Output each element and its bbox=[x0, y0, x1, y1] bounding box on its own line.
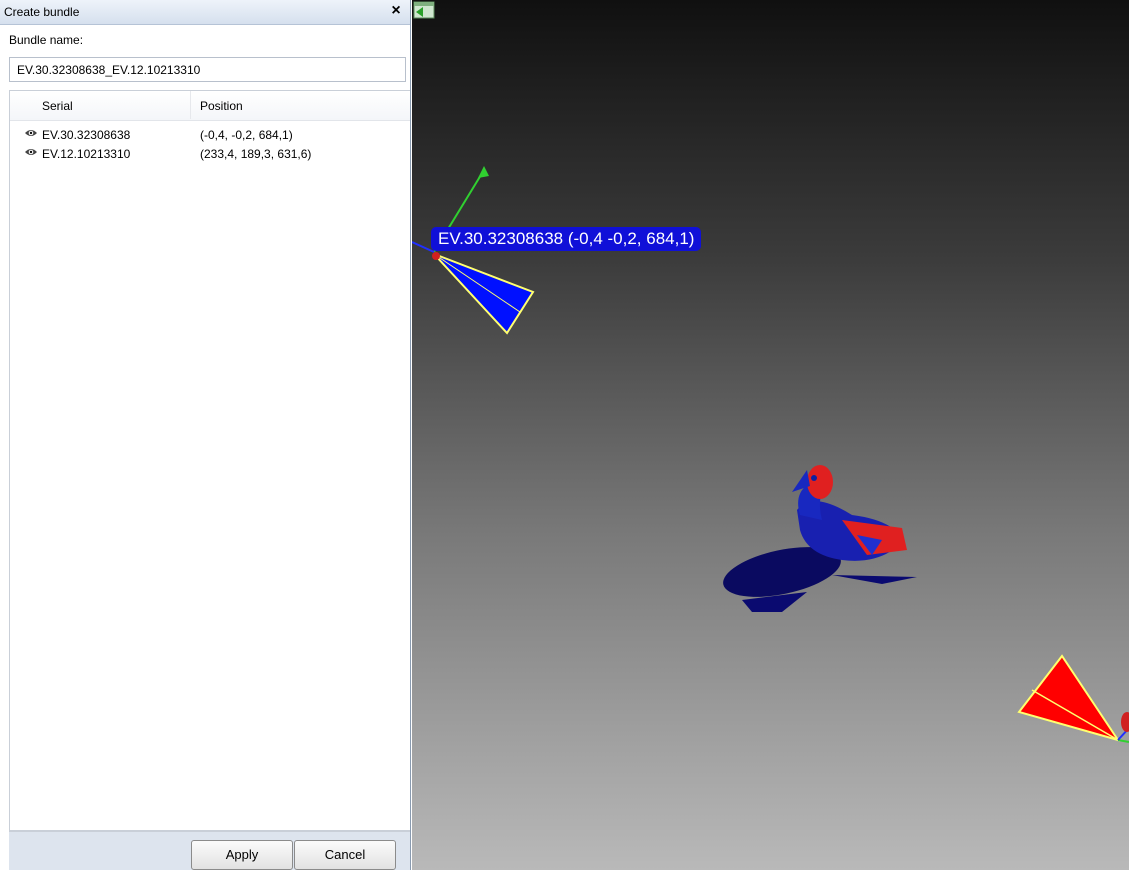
panel-titlebar: Create bundle × bbox=[0, 0, 410, 25]
eye-icon[interactable] bbox=[24, 147, 38, 157]
apply-button[interactable]: Apply bbox=[191, 840, 293, 870]
serial-cell: EV.12.10213310 bbox=[42, 147, 131, 161]
list-item[interactable]: EV.12.10213310 (233,4, 189,3, 631,6) bbox=[10, 144, 410, 163]
create-bundle-panel: Create bundle × Bundle name: Serial Posi… bbox=[0, 0, 411, 870]
dialog-footer: Apply Cancel bbox=[9, 831, 410, 870]
bundle-name-label: Bundle name: bbox=[9, 33, 84, 47]
close-icon[interactable]: × bbox=[388, 2, 404, 20]
eye-icon[interactable] bbox=[24, 128, 38, 138]
column-header-position[interactable]: Position bbox=[200, 99, 243, 113]
point-cloud-duck[interactable] bbox=[719, 465, 917, 612]
axis-arrowhead bbox=[478, 166, 489, 178]
column-header-serial[interactable]: Serial bbox=[42, 99, 73, 113]
camera-frustum-blue[interactable] bbox=[432, 252, 535, 335]
cancel-button[interactable]: Cancel bbox=[294, 840, 396, 870]
scene-canvas[interactable] bbox=[412, 0, 1129, 870]
expand-panel-icon[interactable] bbox=[412, 0, 436, 20]
position-cell: (-0,4, -0,2, 684,1) bbox=[200, 128, 293, 142]
3d-viewport[interactable]: EV.30.32308638 (-0,4 -0,2, 684,1) bbox=[412, 0, 1129, 870]
list-item[interactable]: EV.30.32308638 (-0,4, -0,2, 684,1) bbox=[10, 125, 410, 144]
column-divider[interactable] bbox=[190, 91, 191, 119]
camera-label: EV.30.32308638 (-0,4 -0,2, 684,1) bbox=[431, 227, 702, 251]
list-header: Serial Position bbox=[10, 91, 410, 121]
bundle-name-input[interactable] bbox=[9, 57, 406, 82]
panel-title: Create bundle bbox=[4, 5, 80, 19]
camera-list: Serial Position EV.30.32308638 (-0,4, -0… bbox=[9, 90, 410, 831]
camera-frustum-red[interactable] bbox=[1017, 654, 1129, 743]
serial-cell: EV.30.32308638 bbox=[42, 128, 131, 142]
position-cell: (233,4, 189,3, 631,6) bbox=[200, 147, 312, 161]
